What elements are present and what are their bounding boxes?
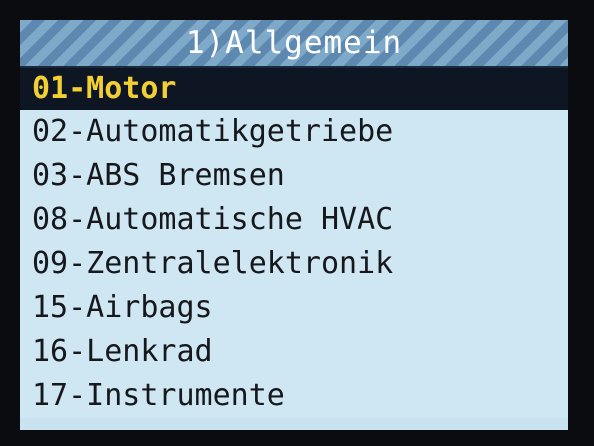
menu-item-lenkrad[interactable]: 16-Lenkrad: [20, 330, 568, 374]
menu-list: 01-Motor 02-Automatikgetriebe 03-ABS Bre…: [20, 68, 568, 418]
title-bar: 1)Allgemein: [20, 20, 568, 68]
menu-item-airbags[interactable]: 15-Airbags: [20, 286, 568, 330]
menu-item-automatische-hvac[interactable]: 08-Automatische HVAC: [20, 198, 568, 242]
diagnostic-device: 1)Allgemein 01-Motor 02-Automatikgetrieb…: [0, 0, 594, 446]
menu-item-instrumente[interactable]: 17-Instrumente: [20, 374, 568, 418]
menu-title: 1)Allgemein: [185, 25, 403, 61]
menu-item-abs-bremsen[interactable]: 03-ABS Bremsen: [20, 154, 568, 198]
device-screen: 1)Allgemein 01-Motor 02-Automatikgetrieb…: [20, 20, 568, 430]
menu-item-zentralelektronik[interactable]: 09-Zentralelektronik: [20, 242, 568, 286]
menu-item-automatikgetriebe[interactable]: 02-Automatikgetriebe: [20, 110, 568, 154]
menu-item-motor[interactable]: 01-Motor: [20, 68, 568, 110]
